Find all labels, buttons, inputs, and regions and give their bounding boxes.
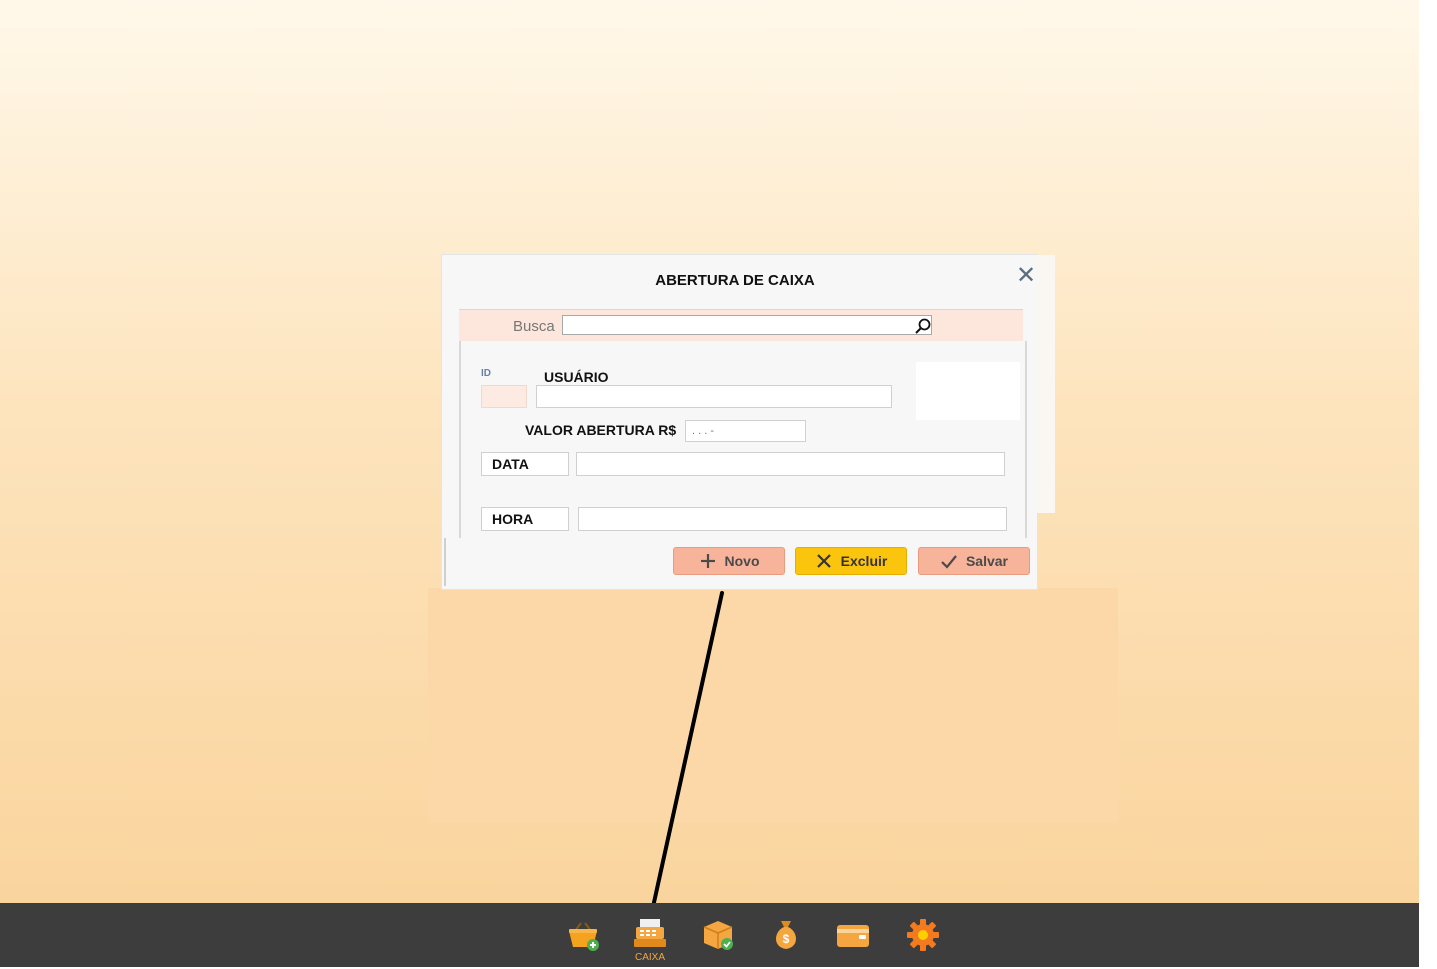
svg-text:$: $ (783, 932, 790, 946)
money-bag-icon: $ (776, 921, 796, 949)
taskbar-item-financeiro[interactable]: $ (768, 917, 808, 957)
taskbar-item-caixa[interactable] (632, 917, 672, 957)
salvar-label: Salvar (965, 553, 1009, 569)
search-bar: Busca (459, 309, 1023, 342)
abertura-caixa-dialog: ABERTURA DE CAIXA ✕ Busca ID USUÁRIO VAL… (441, 254, 1055, 590)
taskbar: CAIXA $ (0, 903, 1419, 967)
id-label: ID (481, 368, 491, 379)
form-area: ID USUÁRIO VALOR ABERTURA R$ . . . - DAT… (459, 341, 1027, 538)
dialog-title: ABERTURA DE CAIXA (655, 272, 815, 289)
search-input[interactable] (562, 315, 932, 335)
close-icon: ✕ (1015, 262, 1037, 289)
taskbar-item-configuracoes[interactable] (905, 917, 945, 957)
search-label: Busca (513, 318, 555, 335)
hora-label: HORA (481, 507, 569, 531)
dialog-shadow (1037, 255, 1055, 513)
novo-label: Novo (724, 553, 760, 569)
hora-field[interactable] (578, 507, 1007, 531)
valor-abertura-field[interactable]: . . . - (685, 420, 806, 442)
search-icon[interactable] (914, 317, 932, 335)
usuario-field[interactable] (536, 385, 892, 408)
check-icon (941, 555, 957, 569)
excluir-label: Excluir (840, 553, 888, 569)
taskbar-item-carteira[interactable] (835, 917, 875, 957)
x-icon (816, 554, 831, 568)
dialog-left-border (444, 538, 446, 586)
salvar-button[interactable]: Salvar (918, 547, 1030, 575)
data-field[interactable] (576, 452, 1005, 476)
taskbar-item-produtos[interactable] (700, 917, 740, 957)
box-check-icon (703, 921, 733, 950)
gear-icon (907, 919, 939, 951)
close-button[interactable]: ✕ (1014, 263, 1038, 289)
data-label: DATA (481, 452, 569, 476)
background-panel (428, 588, 1118, 823)
taskbar-item-vendas[interactable] (565, 917, 605, 957)
novo-button[interactable]: Novo (673, 547, 785, 575)
plus-icon (700, 554, 715, 568)
wallet-icon (837, 925, 869, 947)
window-edge (1419, 0, 1437, 969)
usuario-label: USUÁRIO (544, 369, 609, 385)
blank-panel (916, 362, 1020, 420)
valor-abertura-label: VALOR ABERTURA R$ (525, 422, 677, 438)
cash-register-icon (634, 919, 666, 947)
excluir-button[interactable]: Excluir (795, 547, 907, 575)
taskbar-caption-caixa: CAIXA (634, 952, 665, 963)
id-field[interactable] (481, 385, 527, 408)
basket-add-icon (569, 922, 599, 951)
